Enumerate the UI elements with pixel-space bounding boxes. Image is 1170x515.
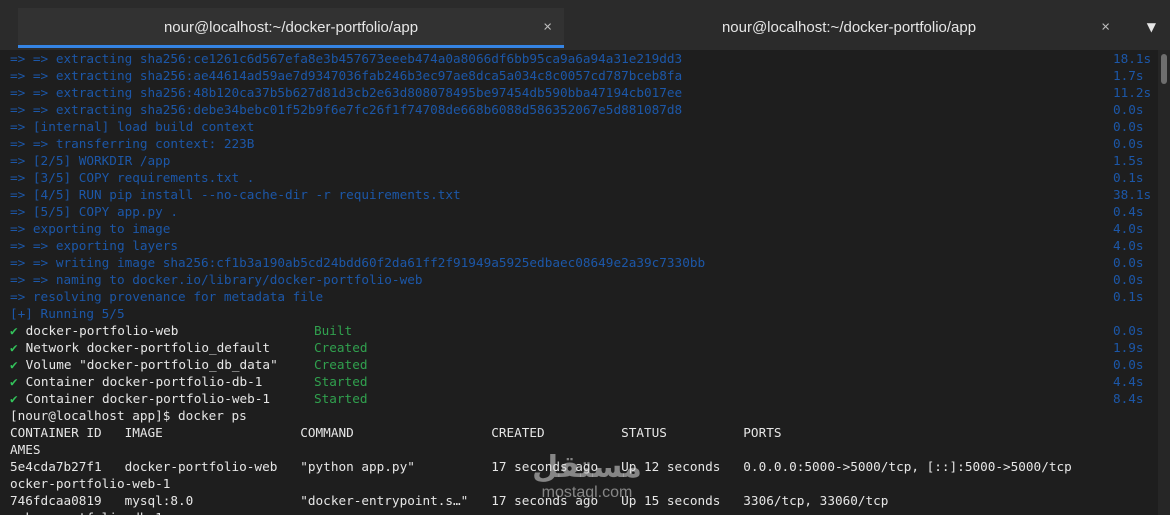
build-step-time: 1.5s [1113,153,1144,168]
build-step-text: => [4/5] RUN pip install --no-cache-dir … [10,187,461,202]
build-step-time: 0.0s [1113,119,1144,134]
build-step-time: 0.0s [1113,272,1144,287]
resource-name: docker-portfolio-web [25,323,179,338]
compose-status-list: ✔ docker-portfolio-web Built 0.0s ✔ Network d… [0,322,1158,407]
build-step-time: 11.2s [1113,85,1152,100]
build-step-text: => [internal] load build context [10,119,255,134]
resource-name: Container docker-portfolio-web-1 [25,391,271,406]
build-log-line: => => naming to docker.io/library/docker… [0,271,1158,288]
tab-terminal-1[interactable]: nour@localhost:~/docker-portfolio/app × [18,8,564,48]
build-log-line: => [2/5] WORKDIR /app 1.5s [0,152,1158,169]
compose-status-line: ✔ Container docker-portfolio-db-1 Started 4… [0,373,1158,390]
build-step-time: 0.0s [1113,102,1144,117]
build-log-line: => resolving provenance for metadata fil… [0,288,1158,305]
build-step-text: => => extracting sha256:48b120ca37b5b627… [10,85,683,100]
build-step-time: 18.1s [1113,51,1152,66]
tab-title: nour@localhost:~/docker-portfolio/app [163,18,419,36]
close-icon[interactable]: × [1101,19,1110,36]
build-step-text: => => extracting sha256:ce1261c6d567efa8… [10,51,683,66]
resource-status: Built [314,323,353,338]
resource-status: Created [314,357,368,372]
build-step-time: 38.1s [1113,187,1152,202]
build-log-line: => [4/5] RUN pip install --no-cache-dir … [0,186,1158,203]
build-step-text: => => extracting sha256:debe34bebc01f52b… [10,102,683,117]
build-step-time: 4.0s [1113,238,1144,253]
build-step-text: => [5/5] COPY app.py . [10,204,179,219]
build-log-line: => [3/5] COPY requirements.txt . 0.1s [0,169,1158,186]
build-step-text: => => naming to docker.io/library/docker… [10,272,423,287]
tab-terminal-2[interactable]: nour@localhost:~/docker-portfolio/app × [576,8,1122,46]
build-step-text: => => exporting layers [10,238,179,253]
build-log-line: => => extracting sha256:debe34bebc01f52b… [0,101,1158,118]
build-log-line: => => exporting layers 4.0s [0,237,1158,254]
build-step-text: => => extracting sha256:ae44614ad59ae7d9… [10,68,683,83]
build-log: => => extracting sha256:ce1261c6d567efa8… [0,50,1158,305]
build-step-text: => resolving provenance for metadata fil… [10,289,324,304]
compose-status-line: ✔ Container docker-portfolio-web-1 Started… [0,390,1158,407]
check-icon: ✔ [10,323,18,338]
resource-time: 4.4s [1113,374,1144,389]
scrollbar-thumb[interactable] [1161,54,1167,84]
close-icon[interactable]: × [543,19,552,36]
mostaql-watermark-logo: مستقل mostaql.com [517,452,657,512]
build-log-line: => exporting to image 4.0s [0,220,1158,237]
check-icon: ✔ [10,340,18,355]
build-step-time: 0.1s [1113,289,1144,304]
build-step-text: => [2/5] WORKDIR /app [10,153,171,168]
build-log-line: => => writing image sha256:cf1b3a190ab5c… [0,254,1158,271]
build-step-text: => => writing image sha256:cf1b3a190ab5c… [10,255,706,270]
compose-status-line: ✔ docker-portfolio-web Built 0.0s [0,322,1158,339]
resource-name: Volume "docker-portfolio_db_data" [25,357,278,372]
compose-status-line: ✔ Network docker-portfolio_default Created… [0,339,1158,356]
build-log-line: => => extracting sha256:ae44614ad59ae7d9… [0,67,1158,84]
tab-bar: nour@localhost:~/docker-portfolio/app × … [0,0,1170,50]
docker-ps-line: CONTAINER ID IMAGE COMMAND CREATED STATU… [10,425,1158,440]
build-step-text: => => transferring context: 223B [10,136,255,151]
build-log-line: => => transferring context: 223B 0.0s [0,135,1158,152]
resource-name: Network docker-portfolio_default [25,340,271,355]
resource-status: Started [314,391,368,406]
terminal-output[interactable]: => => extracting sha256:ce1261c6d567efa8… [0,50,1158,515]
build-log-line: => => extracting sha256:ce1261c6d567efa8… [0,50,1158,67]
check-icon: ✔ [10,374,18,389]
build-step-time: 0.0s [1113,255,1144,270]
build-step-time: 4.0s [1113,221,1144,236]
shell-prompt: [nour@localhost app]$ docker ps [10,408,247,423]
compose-status-line: ✔ Volume "docker-portfolio_db_data" Create… [0,356,1158,373]
running-line: [+] Running 5/5 [10,306,125,321]
watermark-arabic: مستقل [532,450,642,485]
watermark-latin: mostaql.com [541,484,633,501]
resource-time: 0.0s [1113,323,1144,338]
build-step-time: 1.7s [1113,68,1144,83]
build-step-time: 0.0s [1113,136,1144,151]
resource-status: Created [314,340,368,355]
resource-time: 0.0s [1113,357,1144,372]
build-log-line: => [internal] load build context 0.0s [0,118,1158,135]
build-step-time: 0.4s [1113,204,1144,219]
build-step-text: => [3/5] COPY requirements.txt . [10,170,255,185]
resource-time: 8.4s [1113,391,1144,406]
check-icon: ✔ [10,391,18,406]
build-step-time: 0.1s [1113,170,1144,185]
build-log-line: => => extracting sha256:48b120ca37b5b627… [0,84,1158,101]
check-icon: ✔ [10,357,18,372]
resource-status: Started [314,374,368,389]
build-log-line: => [5/5] COPY app.py . 0.4s [0,203,1158,220]
resource-time: 1.9s [1113,340,1144,355]
tab-menu-chevron-down-icon[interactable]: ▼ [1147,20,1156,34]
build-step-text: => exporting to image [10,221,171,236]
resource-name: Container docker-portfolio-db-1 [25,374,263,389]
tab-title: nour@localhost:~/docker-portfolio/app [721,18,977,36]
terminal-scrollbar[interactable] [1158,50,1170,515]
